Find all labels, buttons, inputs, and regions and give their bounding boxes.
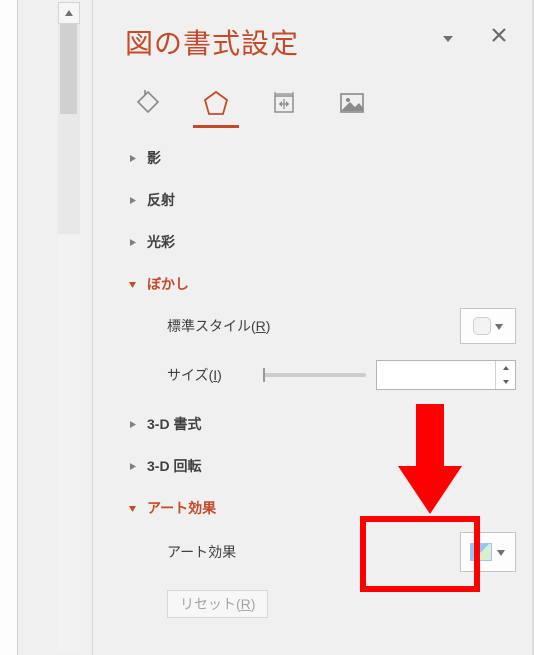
blur-label: ぼかし	[147, 274, 189, 294]
artistic-effect-dropdown[interactable]	[460, 532, 516, 572]
blur-preset-row: 標準スタイル(R)	[127, 300, 516, 352]
blur-size-spinner[interactable]	[376, 360, 516, 390]
artistic-effect-row: アート効果	[127, 524, 516, 580]
expand-icon	[127, 237, 137, 247]
rotate-3d-section-header[interactable]: 3-D 回転	[127, 450, 516, 482]
glow-section-header[interactable]: 光彩	[127, 226, 516, 258]
blur-preset-dropdown[interactable]	[460, 308, 516, 344]
preset-swatch-icon	[473, 317, 491, 335]
size-properties-tab[interactable]	[265, 84, 303, 122]
chevron-down-icon	[494, 318, 504, 334]
reflection-section-header[interactable]: 反射	[127, 184, 516, 216]
pane-options-dropdown[interactable]	[442, 30, 456, 44]
chevron-down-icon	[496, 544, 506, 560]
artistic-section-header[interactable]: アート効果	[127, 492, 516, 524]
artistic-label: アート効果	[147, 498, 216, 518]
pane-title: 図の書式設定	[125, 22, 516, 62]
expand-icon	[127, 419, 137, 429]
expand-icon	[127, 153, 137, 163]
spinner-up[interactable]	[496, 361, 515, 375]
artistic-effect-label: アート効果	[167, 542, 307, 562]
spinner-down[interactable]	[496, 375, 515, 389]
reflection-label: 反射	[147, 190, 175, 210]
blur-size-label: サイズ(I)	[167, 365, 253, 385]
format-picture-pane: 図の書式設定	[92, 0, 534, 655]
effects-tab[interactable]	[197, 84, 235, 122]
rotate-3d-label: 3-D 回転	[147, 456, 201, 476]
vertical-scrollbar[interactable]	[58, 2, 80, 652]
document-edge	[0, 0, 18, 655]
scroll-thumb[interactable]	[60, 24, 77, 114]
shadow-section-header[interactable]: 影	[127, 142, 516, 174]
blur-size-row: サイズ(I)	[127, 352, 516, 398]
reset-button[interactable]: リセット(R)	[167, 590, 268, 618]
picture-tab[interactable]	[333, 84, 371, 122]
blur-preset-label: 標準スタイル(R)	[167, 316, 307, 336]
collapse-icon	[127, 503, 137, 513]
scroll-up-button[interactable]	[58, 2, 80, 24]
glow-label: 光彩	[147, 232, 175, 252]
format-3d-label: 3-D 書式	[147, 414, 201, 434]
artistic-thumb-icon	[470, 543, 492, 561]
blur-size-slider[interactable]	[263, 373, 366, 377]
shadow-label: 影	[147, 148, 161, 168]
blur-section-header[interactable]: ぼかし	[127, 268, 516, 300]
collapse-icon	[127, 279, 137, 289]
format-3d-section-header[interactable]: 3-D 書式	[127, 408, 516, 440]
close-pane-button[interactable]	[486, 22, 512, 48]
expand-icon	[127, 461, 137, 471]
expand-icon	[127, 195, 137, 205]
category-tabs	[129, 84, 516, 122]
fill-line-tab[interactable]	[129, 84, 167, 122]
